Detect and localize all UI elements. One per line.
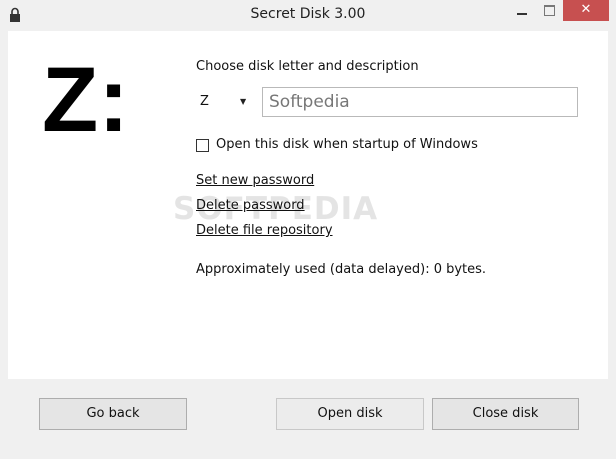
disk-letter-value: Z bbox=[200, 94, 209, 109]
startup-checkbox-label[interactable]: Open this disk when startup of Windows bbox=[216, 137, 478, 152]
disk-description-input[interactable] bbox=[262, 87, 578, 117]
close-disk-button[interactable]: Close disk bbox=[432, 398, 579, 430]
minimize-button[interactable] bbox=[508, 0, 536, 22]
close-window-button[interactable]: ✕ bbox=[563, 0, 609, 21]
close-icon: ✕ bbox=[580, 2, 592, 17]
open-disk-button[interactable]: Open disk bbox=[276, 398, 424, 430]
usage-status: Approximately used (data delayed): 0 byt… bbox=[196, 262, 487, 277]
delete-password-link[interactable]: Delete password bbox=[196, 198, 305, 213]
startup-checkbox[interactable] bbox=[196, 139, 209, 152]
chevron-down-icon[interactable]: ▼ bbox=[240, 97, 246, 106]
secret-disk-window: Secret Disk 3.00 ✕ Z: Choose disk letter… bbox=[0, 0, 616, 459]
disk-letter-select[interactable]: Z ▼ bbox=[196, 87, 252, 117]
button-bar: Go back Open disk Close disk bbox=[8, 379, 608, 451]
delete-file-repository-link[interactable]: Delete file repository bbox=[196, 223, 333, 238]
maximize-button[interactable] bbox=[536, 0, 563, 22]
go-back-button[interactable]: Go back bbox=[39, 398, 187, 430]
title-bar[interactable]: Secret Disk 3.00 ✕ bbox=[0, 0, 616, 31]
main-panel: Z: Choose disk letter and description Z … bbox=[8, 31, 608, 379]
choose-disk-label: Choose disk letter and description bbox=[196, 59, 419, 74]
set-new-password-link[interactable]: Set new password bbox=[196, 173, 314, 188]
drive-letter-display: Z: bbox=[42, 49, 129, 151]
